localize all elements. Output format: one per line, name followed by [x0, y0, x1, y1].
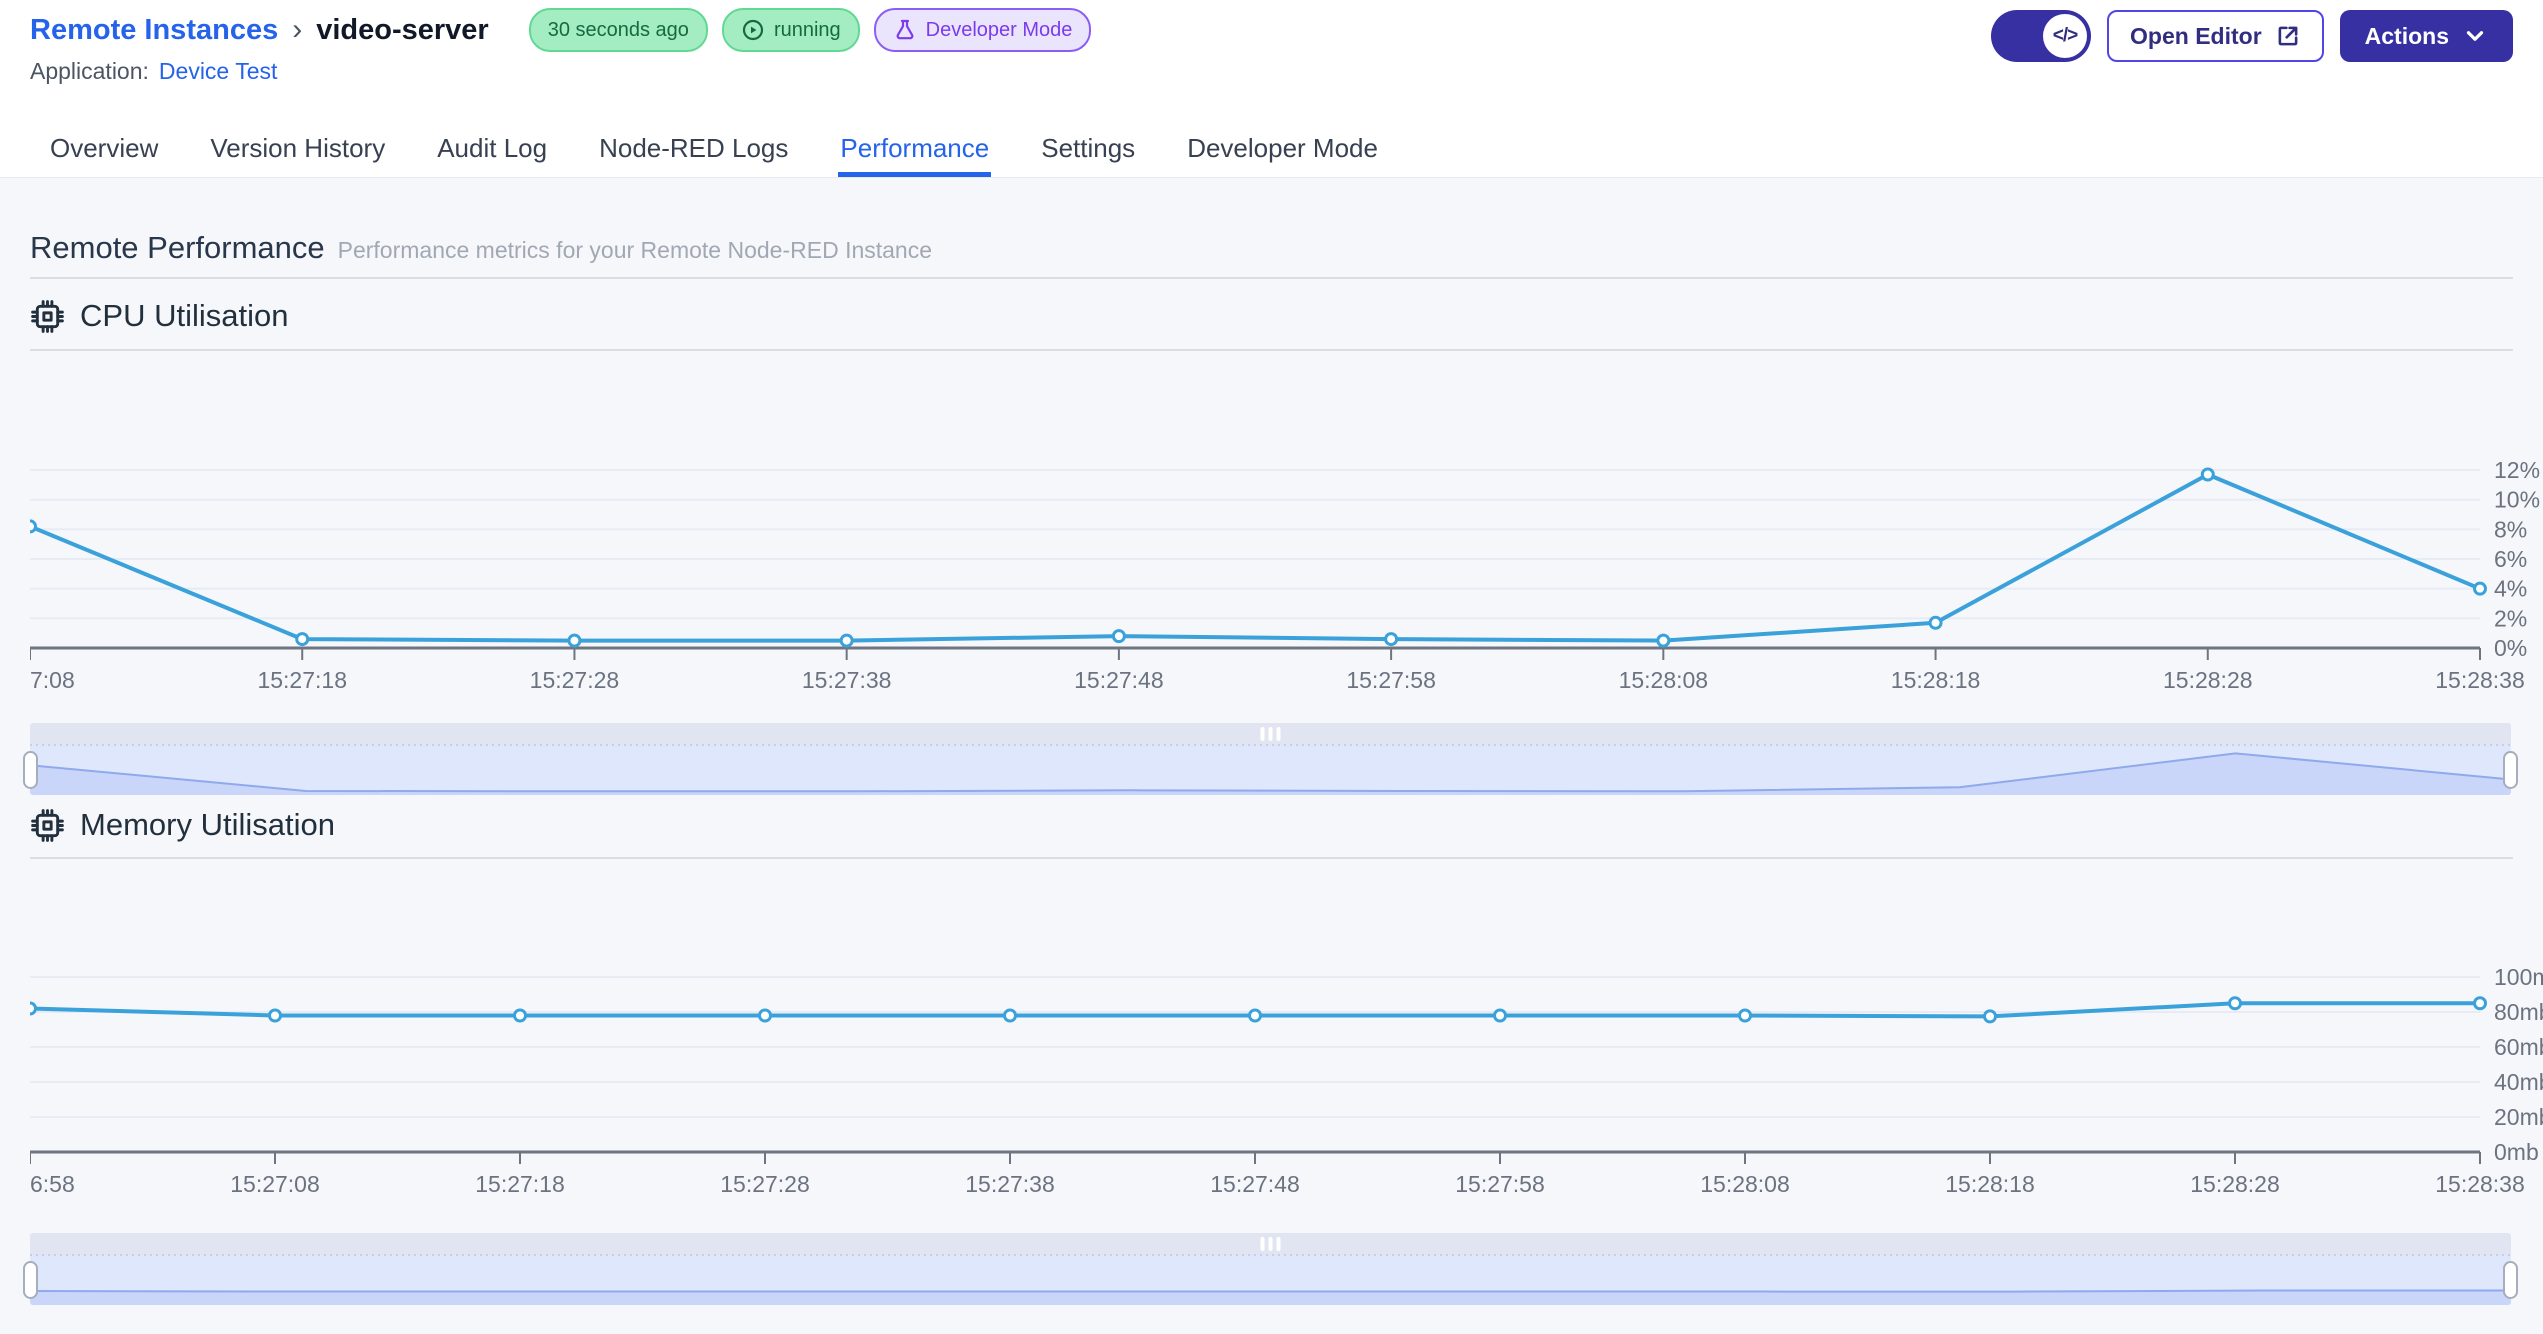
badge-30-seconds-ago: 30 seconds ago — [528, 8, 708, 52]
code-icon: </> — [2043, 14, 2088, 58]
svg-text:10%: 10% — [2494, 487, 2540, 513]
cpu-section-title: CPU Utilisation — [80, 298, 289, 333]
tab-bar: Overview Version History Audit Log Node-RED… — [0, 120, 2543, 178]
svg-text:0%: 0% — [2494, 635, 2527, 661]
badge-running: running — [721, 8, 860, 52]
badge-label: 30 seconds ago — [547, 18, 689, 41]
tab-settings[interactable]: Settings — [1041, 120, 1135, 177]
svg-text:2%: 2% — [2494, 605, 2527, 631]
svg-text:100mb: 100mb — [2494, 964, 2543, 990]
application-label: Application: — [30, 58, 149, 84]
external-link-icon — [2278, 26, 2298, 46]
svg-text:15:28:18: 15:28:18 — [1945, 1171, 2035, 1197]
brush-handle-left[interactable] — [23, 1261, 38, 1299]
tab-label: Performance — [840, 133, 990, 163]
divider — [30, 277, 2513, 279]
svg-text:80mb: 80mb — [2494, 999, 2543, 1025]
instance-name: video-server — [316, 13, 489, 46]
svg-text:15:27:48: 15:27:48 — [1210, 1171, 1300, 1197]
divider — [30, 349, 2513, 351]
svg-text:40mb: 40mb — [2494, 1069, 2543, 1095]
tab-overview[interactable]: Overview — [50, 120, 158, 177]
svg-text:6:58: 6:58 — [30, 1171, 75, 1197]
svg-text:15:28:28: 15:28:28 — [2163, 667, 2253, 690]
svg-text:15:27:58: 15:27:58 — [1346, 667, 1436, 690]
cpu-brush-preview[interactable] — [30, 723, 2511, 795]
breadcrumb: Remote Instances › video-server 30 secon… — [30, 8, 1092, 52]
actions-button[interactable]: Actions — [2339, 10, 2513, 62]
tab-label: Developer Mode — [1187, 133, 1378, 163]
svg-text:15:27:28: 15:27:28 — [720, 1171, 810, 1197]
cpu-chart: 7:08 15:27:18 15:27:28 15:27:38 15:27:48 15:2… — [23, 360, 2543, 693]
brush-handle-left[interactable] — [23, 751, 38, 789]
badge-label: running — [773, 18, 841, 41]
memory-section-title: Memory Utilisation — [80, 807, 335, 842]
page-title: Remote Performance — [30, 230, 325, 265]
badge-developer-mode: Developer Mode — [873, 8, 1092, 52]
tab-performance[interactable]: Performance — [838, 120, 992, 177]
cpu-section-heading: CPU Utilisation — [30, 298, 288, 334]
tab-developer-mode[interactable]: Developer Mode — [1187, 120, 1378, 177]
actions-label: Actions — [2364, 22, 2449, 49]
tab-label: Node-RED Logs — [599, 133, 789, 163]
svg-text:15:28:08: 15:28:08 — [1619, 667, 1709, 690]
svg-text:15:28:38: 15:28:38 — [2435, 667, 2525, 690]
tab-label: Audit Log — [437, 133, 548, 163]
performance-page: Remote Performance Performance metrics f… — [0, 178, 2543, 1334]
svg-text:8%: 8% — [2494, 516, 2527, 542]
tab-audit-log[interactable]: Audit Log — [437, 120, 547, 177]
divider — [30, 857, 2513, 859]
breadcrumb-parent-link[interactable]: Remote Instances — [30, 14, 278, 47]
chevron-down-icon — [2466, 31, 2484, 41]
application-link[interactable]: Device Test — [159, 58, 277, 85]
svg-text:15:28:08: 15:28:08 — [1700, 1171, 1790, 1197]
open-editor-label: Open Editor — [2130, 22, 2262, 49]
status-badges: 30 seconds ago running Developer Mode — [528, 8, 1092, 52]
svg-text:15:27:08: 15:27:08 — [230, 1171, 320, 1197]
page-header: Remote Instances › video-server 30 secon… — [0, 0, 2543, 120]
application-row: Application: Device Test — [30, 58, 277, 85]
play-circle-icon — [741, 18, 765, 42]
svg-text:15:27:38: 15:27:38 — [802, 667, 892, 690]
svg-text:15:27:18: 15:27:18 — [475, 1171, 565, 1197]
svg-text:4%: 4% — [2494, 576, 2527, 602]
tab-label: Version History — [210, 133, 386, 163]
svg-text:15:27:18: 15:27:18 — [257, 667, 347, 690]
svg-text:20mb: 20mb — [2494, 1104, 2543, 1130]
svg-text:15:28:38: 15:28:38 — [2435, 1171, 2525, 1197]
memory-chart-brush[interactable] — [23, 1233, 2518, 1305]
cpu-chart-brush[interactable] — [23, 723, 2518, 795]
svg-text:6%: 6% — [2494, 546, 2527, 572]
tab-version-history[interactable]: Version History — [210, 120, 385, 177]
svg-text:60mb: 60mb — [2494, 1034, 2543, 1060]
svg-text:7:08: 7:08 — [30, 667, 75, 690]
svg-text:15:27:28: 15:27:28 — [530, 667, 620, 690]
chevron-right-icon: › — [292, 13, 303, 46]
svg-text:15:27:58: 15:27:58 — [1455, 1171, 1545, 1197]
svg-text:12%: 12% — [2494, 457, 2540, 483]
memory-brush-preview[interactable] — [30, 1233, 2511, 1305]
memory-chart: 6:58 15:27:08 15:27:18 15:27:28 15:27:38 15:2… — [23, 900, 2543, 1200]
memory-section-heading: Memory Utilisation — [30, 807, 335, 843]
svg-text:15:27:38: 15:27:38 — [965, 1171, 1055, 1197]
brush-handle-right[interactable] — [2503, 1261, 2518, 1299]
tab-node-red-logs[interactable]: Node-RED Logs — [599, 120, 788, 177]
svg-text:15:27:48: 15:27:48 — [1074, 667, 1164, 690]
flask-icon — [893, 18, 917, 42]
header-actions: </> Open Editor Actions — [1991, 10, 2513, 62]
page-subtitle: Performance metrics for your Remote Node… — [337, 237, 933, 263]
tab-label: Settings — [1041, 133, 1136, 163]
brush-handle-right[interactable] — [2503, 751, 2518, 789]
memory-chip-icon — [31, 808, 64, 842]
badge-label: Developer Mode — [925, 18, 1073, 41]
svg-text:15:28:18: 15:28:18 — [1891, 667, 1981, 690]
developer-mode-toggle[interactable]: </> — [1991, 10, 2092, 62]
open-editor-button[interactable]: Open Editor — [2107, 10, 2324, 62]
cpu-chip-icon — [31, 299, 64, 333]
tab-label: Overview — [50, 133, 159, 163]
svg-text:0mb: 0mb — [2494, 1139, 2539, 1165]
svg-text:15:28:28: 15:28:28 — [2190, 1171, 2280, 1197]
